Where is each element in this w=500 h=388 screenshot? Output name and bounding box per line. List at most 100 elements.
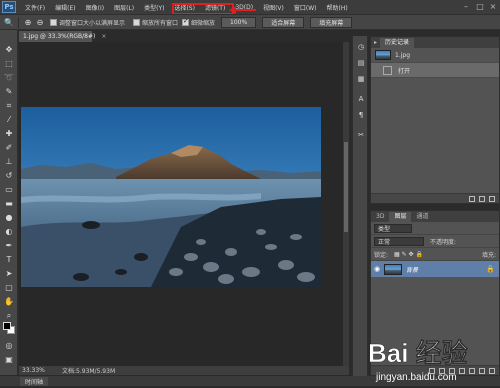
scrubby-zoom-label: 细微缩放 <box>191 19 216 27</box>
eyedropper-tool-icon[interactable]: ⁄ <box>3 114 15 125</box>
fill-label: 填充: <box>481 251 496 259</box>
document-tab[interactable]: 1.jpg @ 33.3%(RGB/8#) × <box>19 31 106 42</box>
timeline-tab[interactable]: 时间轴 <box>20 377 49 386</box>
history-icon[interactable]: ◷ <box>356 42 366 52</box>
blend-mode-value: 正常 <box>378 238 391 246</box>
zoom-out-icon[interactable]: ⊖ <box>34 16 46 28</box>
path-select-icon[interactable]: ➤ <box>3 268 15 279</box>
adjustments-icon[interactable]: ▤ <box>356 58 366 68</box>
brush-tool-icon[interactable]: ✐ <box>3 142 15 153</box>
healing-brush-icon[interactable]: ✚ <box>3 128 15 139</box>
baidu-watermark: Bai 经验 jingyan.baidu.com <box>362 330 500 386</box>
layers-panel-tabs: 3D 图层 通道 <box>371 211 499 222</box>
scrubby-zoom-checkbox[interactable] <box>182 17 190 26</box>
menu-help[interactable]: 帮助(H) <box>322 3 353 12</box>
snapshot-thumbnail <box>375 50 391 60</box>
quick-mask-icon[interactable]: ◎ <box>3 340 15 351</box>
pen-tool-icon[interactable]: ✒ <box>3 240 15 251</box>
menu-layer[interactable]: 图层(L) <box>109 3 139 12</box>
scrollbar-thumb[interactable] <box>344 142 348 232</box>
tools-panel: ✥ ⬚ ➰ ✎ ⌗ ⁄ ✚ ✐ ⊥ ↺ ▭ ▬ ● ◐ ✒ T ➤ ▢ ✋ ⌕ … <box>0 30 18 375</box>
eraser-tool-icon[interactable]: ▭ <box>3 184 15 195</box>
hand-tool-icon[interactable]: ✋ <box>3 296 15 307</box>
baidu-logo: Bai 经验 jingyan.baidu.com <box>368 338 468 383</box>
camera-icon[interactable] <box>479 195 485 202</box>
move-tool-icon[interactable]: ✥ <box>3 44 15 55</box>
quick-select-tool-icon[interactable]: ✎ <box>3 86 15 97</box>
marquee-tool-icon[interactable]: ⬚ <box>3 58 15 69</box>
trash-icon[interactable] <box>489 195 495 202</box>
zoom-tool-icon[interactable]: 🔍 <box>3 16 15 28</box>
menu-image[interactable]: 图像(I) <box>81 3 109 12</box>
resize-windows-label: 调整窗口大小以满屏显示 <box>59 19 126 27</box>
dodge-tool-icon[interactable]: ◐ <box>3 226 15 237</box>
menu-type[interactable]: 类型(Y) <box>139 3 169 12</box>
tab-layers[interactable]: 图层 <box>389 212 412 222</box>
minimize-icon[interactable]: – <box>460 2 472 12</box>
watermark-text: Bai 经验 <box>368 338 468 368</box>
eye-icon[interactable]: ◉ <box>374 265 384 273</box>
options-bar: 🔍 ⊕ ⊖ 调整窗口大小以满屏显示 缩放所有窗口 细微缩放 100% 适合屏幕 … <box>0 14 500 30</box>
lock-icons[interactable]: ▦ ✎ ✥ 🔒 <box>394 251 423 258</box>
tab-3d[interactable]: 3D <box>371 212 389 222</box>
paragraph-icon[interactable]: ¶ <box>356 110 366 120</box>
menu-file[interactable]: 文件(F) <box>20 3 50 12</box>
zoom-all-checkbox[interactable] <box>133 18 141 26</box>
history-panel: ▸ 历史记录 1.jpg 打开 <box>370 36 500 204</box>
lasso-tool-icon[interactable]: ➰ <box>3 72 15 83</box>
watermark-url: jingyan.baidu.com <box>375 372 457 383</box>
crop-tool-icon[interactable]: ⌗ <box>3 100 15 111</box>
maximize-icon[interactable]: □ <box>474 2 486 12</box>
document-tab-label: 1.jpg @ 33.3%(RGB/8#) <box>23 33 96 40</box>
fit-screen-button[interactable]: 适合屏幕 <box>262 16 305 28</box>
zoom-level[interactable]: 33.33% <box>22 367 62 374</box>
zoom-in-icon[interactable]: ⊕ <box>22 16 34 28</box>
divider <box>18 16 19 28</box>
character-icon[interactable]: A <box>356 94 366 104</box>
history-brush-icon[interactable]: ↺ <box>3 170 15 181</box>
zoom-all-label: 缩放所有窗口 <box>142 19 179 27</box>
history-panel-tabs: ▸ 历史记录 <box>371 37 499 48</box>
layer-thumbnail <box>384 263 402 275</box>
type-tool-icon[interactable]: T <box>3 254 15 265</box>
history-state[interactable]: 打开 <box>371 63 499 78</box>
status-bar: 33.33% 文档:5.93M/5.93M <box>19 366 349 375</box>
zoom-icon[interactable]: ⌕ <box>3 310 15 321</box>
history-snapshot[interactable]: 1.jpg <box>371 48 499 63</box>
layer-kind-select[interactable]: 类型 <box>374 223 412 233</box>
landscape-photo <box>21 107 321 287</box>
tab-channels[interactable]: 通道 <box>411 212 433 222</box>
close-tab-icon[interactable]: × <box>101 33 106 40</box>
foreground-color-swatch[interactable] <box>3 322 11 330</box>
history-state-label: 打开 <box>398 67 411 75</box>
document-size: 文档:5.93M/5.93M <box>62 368 116 375</box>
blend-mode-select[interactable]: 正常 <box>374 236 424 246</box>
panel-collapse-icon[interactable]: ▸ <box>371 38 380 48</box>
close-icon[interactable]: × <box>487 2 499 12</box>
resize-windows-checkbox[interactable] <box>50 18 57 26</box>
vertical-scrollbar[interactable] <box>343 42 349 366</box>
clone-stamp-icon[interactable]: ⊥ <box>3 156 15 167</box>
document-icon <box>383 65 392 75</box>
tools-preset-icon[interactable]: ✂ <box>356 130 366 140</box>
actual-pixels-button[interactable]: 100% <box>221 16 257 28</box>
menu-edit[interactable]: 编辑(E) <box>50 3 80 12</box>
tab-history[interactable]: 历史记录 <box>380 38 415 48</box>
layer-row-background[interactable]: ◉ 背景 🔒 <box>371 261 499 277</box>
history-panel-footer <box>371 193 499 203</box>
menu-view[interactable]: 视图(V) <box>258 3 289 12</box>
collapsed-panel-strip: ◷ ▤ ▦ A ¶ ✂ <box>352 36 368 376</box>
fill-screen-button[interactable]: 填充屏幕 <box>310 16 353 28</box>
layer-name[interactable]: 背景 <box>406 265 418 274</box>
new-document-icon[interactable] <box>469 195 475 202</box>
blur-tool-icon[interactable]: ● <box>3 212 15 223</box>
layer-filter-row: 类型 <box>371 222 499 235</box>
shape-tool-icon[interactable]: ▢ <box>3 282 15 293</box>
lock-icon: 🔒 <box>486 265 495 273</box>
gradient-tool-icon[interactable]: ▬ <box>3 198 15 209</box>
opacity-label: 不透明度: <box>430 238 457 246</box>
lock-label: 锁定: <box>374 251 389 259</box>
properties-icon[interactable]: ▦ <box>356 74 366 84</box>
menu-window[interactable]: 窗口(W) <box>289 3 322 12</box>
screen-mode-icon[interactable]: ▣ <box>3 354 15 365</box>
